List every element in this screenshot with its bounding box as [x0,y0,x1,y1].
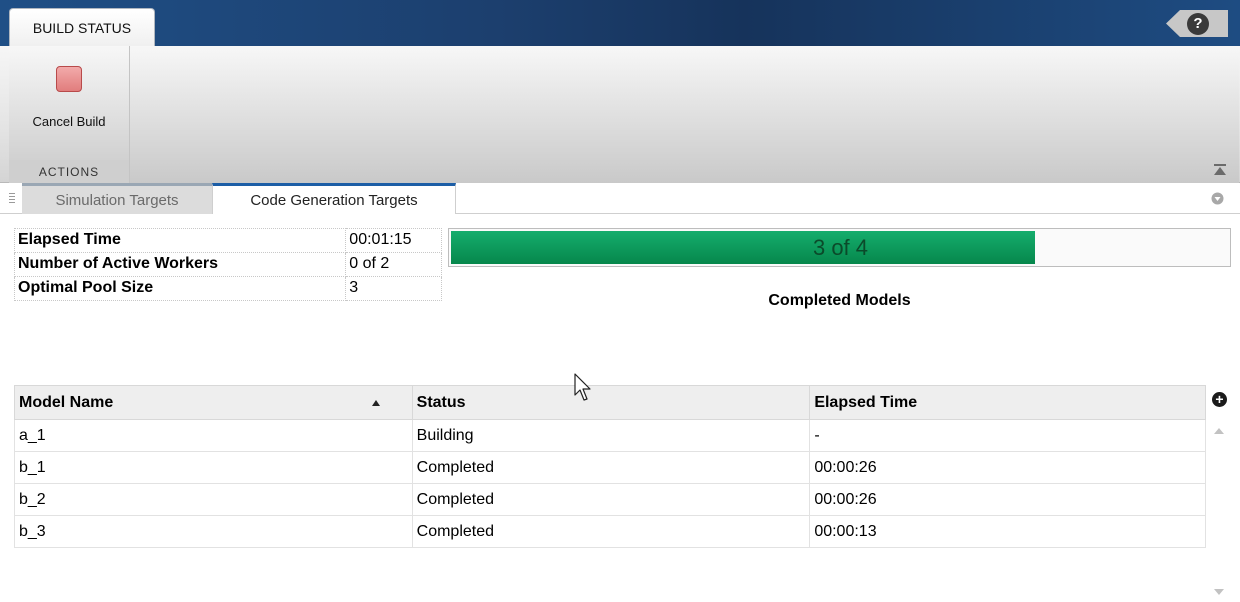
build-summary-table: Elapsed Time 00:01:15 Number of Active W… [13,228,442,301]
progress-label: Completed Models [768,292,911,309]
grip-icon[interactable] [9,193,15,205]
summary-label: Number of Active Workers [13,252,347,277]
summary-value: 0 of 2 [345,252,442,277]
cancel-build-label: Cancel Build [32,114,106,129]
tab-menu-icon[interactable] [1211,192,1224,205]
cell-model-name: b_2 [14,483,413,516]
completed-models-progress-bar: 3 of 4 [448,228,1231,267]
table-row[interactable]: b_3 Completed 00:00:13 [14,515,1206,548]
column-header-label: Elapsed Time [814,393,918,411]
summary-row: Elapsed Time 00:01:15 [13,228,442,253]
scroll-down-arrow-icon[interactable] [1214,589,1224,595]
cell-model-name: b_3 [14,515,413,548]
column-header-label: Model Name [19,393,114,411]
cell-elapsed-time: - [809,419,1206,452]
cell-model-name: b_1 [14,451,413,484]
column-header-status[interactable]: Status [411,385,811,420]
tab-code-generation-targets[interactable]: Code Generation Targets [212,183,456,214]
summary-value: 3 [345,276,442,301]
table-scrollbar[interactable] [1208,418,1230,602]
summary-label: Elapsed Time [13,228,347,253]
cell-status: Completed [411,483,811,516]
mouse-cursor-icon [574,373,591,401]
column-header-model-name[interactable]: Model Name [14,385,413,420]
table-row[interactable]: b_2 Completed 00:00:26 [14,483,1206,516]
tab-code-generation-targets-label: Code Generation Targets [250,191,418,209]
add-column-icon[interactable]: + [1212,392,1227,407]
help-icon[interactable]: ? [1187,13,1209,35]
stop-icon [56,66,82,92]
summary-label: Optimal Pool Size [13,276,347,301]
summary-row: Number of Active Workers 0 of 2 [13,252,442,277]
cell-model-name: a_1 [14,419,413,452]
cancel-build-button[interactable]: Cancel Build [9,46,129,158]
cell-elapsed-time: 00:00:13 [809,515,1206,548]
cell-elapsed-time: 00:00:26 [809,483,1206,516]
toolstrip-panel [9,46,1239,183]
cell-status: Completed [411,451,811,484]
cell-status: Building [411,419,811,452]
toolstrip: Cancel Build ACTIONS [0,46,1240,183]
table-row[interactable]: a_1 Building - [14,419,1206,452]
tab-build-status-label: BUILD STATUS [32,19,132,36]
table-header-row: Model Name Status Elapsed Time [14,385,1206,420]
actions-section-label: ACTIONS [9,160,129,183]
tab-simulation-targets-label: Simulation Targets [55,191,179,209]
ribbon-title-bar: BUILD STATUS ? [0,0,1240,46]
summary-value: 00:01:15 [345,228,442,253]
models-table: Model Name Status Elapsed Time a_1 Build… [14,385,1206,548]
collapse-toolstrip-icon[interactable] [1214,164,1226,176]
actions-section: Cancel Build ACTIONS [9,46,130,183]
tab-simulation-targets[interactable]: Simulation Targets [22,183,212,214]
column-header-label: Status [416,393,466,411]
document-tab-bar: Simulation Targets Code Generation Targe… [0,183,1240,214]
tab-build-status[interactable]: BUILD STATUS [9,8,155,46]
summary-row: Optimal Pool Size 3 [13,276,442,301]
progress-text: 3 of 4 [812,235,869,260]
cell-status: Completed [411,515,811,548]
column-header-elapsed-time[interactable]: Elapsed Time [809,385,1206,420]
table-row[interactable]: b_1 Completed 00:00:26 [14,451,1206,484]
cell-elapsed-time: 00:00:26 [809,451,1206,484]
sort-ascending-icon[interactable] [371,400,380,406]
scroll-up-arrow-icon[interactable] [1214,428,1224,434]
